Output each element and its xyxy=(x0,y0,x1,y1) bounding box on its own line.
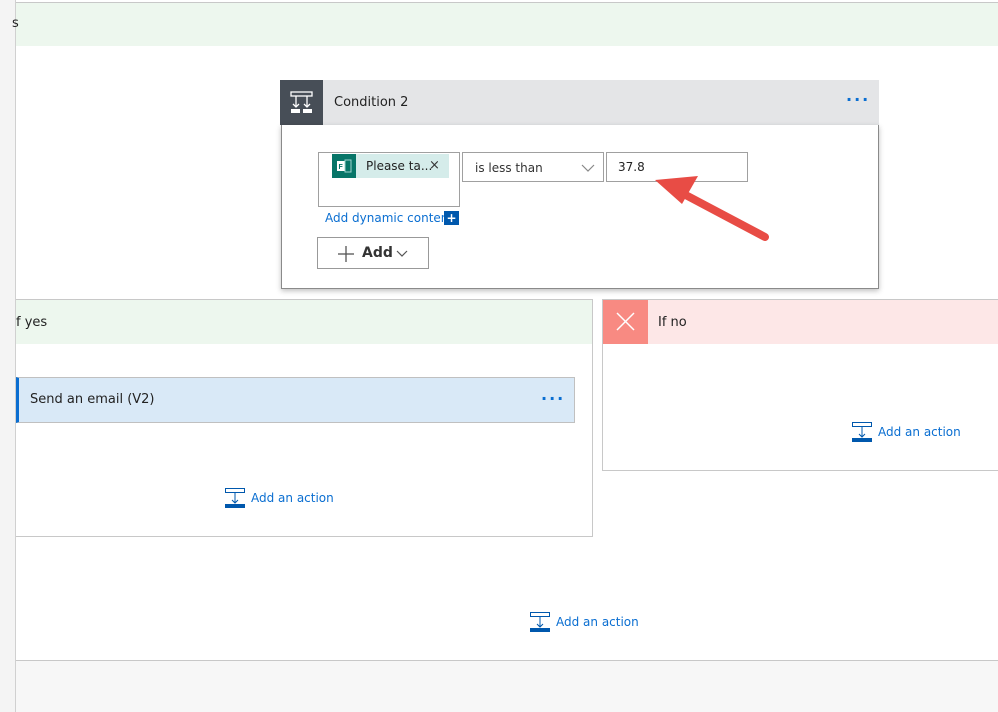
add-action-label: Add an action xyxy=(251,491,334,505)
add-action-label: Add an action xyxy=(556,615,639,629)
token-remove-button[interactable]: × xyxy=(429,158,440,173)
action-menu-button[interactable]: ··· xyxy=(541,389,565,408)
add-button-label: Add xyxy=(362,245,393,261)
add-action-label: Add an action xyxy=(878,425,961,439)
add-action-button[interactable]: Add an action xyxy=(530,612,639,632)
send-email-action-card[interactable]: Send an email (V2) ··· xyxy=(16,377,575,423)
annotation-arrow xyxy=(655,176,769,241)
add-dynamic-content-link[interactable]: Add dynamic content xyxy=(325,211,453,225)
if-yes-title: f yes xyxy=(16,315,48,330)
dynamic-token-chip[interactable]: F Please ta... × xyxy=(332,154,449,178)
canvas-footer xyxy=(16,660,998,712)
chevron-down-icon xyxy=(581,164,595,172)
close-x-icon xyxy=(603,300,648,344)
parent-scope-title: s xyxy=(12,16,19,31)
add-action-icon xyxy=(852,422,872,442)
add-action-icon xyxy=(530,612,550,632)
if-no-header[interactable]: If no xyxy=(603,300,998,344)
add-action-icon xyxy=(225,488,245,508)
add-condition-button[interactable]: Add xyxy=(317,237,429,269)
action-title: Send an email (V2) xyxy=(30,392,155,407)
operator-value: is less than xyxy=(475,161,543,175)
chevron-down-icon xyxy=(396,250,408,257)
operator-dropdown[interactable]: is less than xyxy=(462,152,604,182)
forms-icon: F xyxy=(332,154,356,178)
plus-icon[interactable]: + xyxy=(444,211,459,225)
condition-title: Condition 2 xyxy=(334,95,409,110)
condition-icon xyxy=(280,80,323,125)
if-yes-add-action-button[interactable]: Add an action xyxy=(225,488,334,508)
parent-scope-header[interactable]: s xyxy=(12,3,998,46)
if-no-branch: If no xyxy=(602,299,998,471)
if-no-title: If no xyxy=(658,315,687,330)
plus-icon xyxy=(338,246,354,262)
token-label: Please ta... xyxy=(366,159,433,173)
left-sidebar-strip xyxy=(0,0,16,712)
svg-text:F: F xyxy=(339,164,344,171)
condition-menu-button[interactable]: ··· xyxy=(846,90,870,109)
if-no-add-action-button[interactable]: Add an action xyxy=(852,422,961,442)
if-yes-header[interactable]: f yes xyxy=(16,300,592,344)
condition-card-header[interactable]: Condition 2 ··· xyxy=(280,80,879,125)
